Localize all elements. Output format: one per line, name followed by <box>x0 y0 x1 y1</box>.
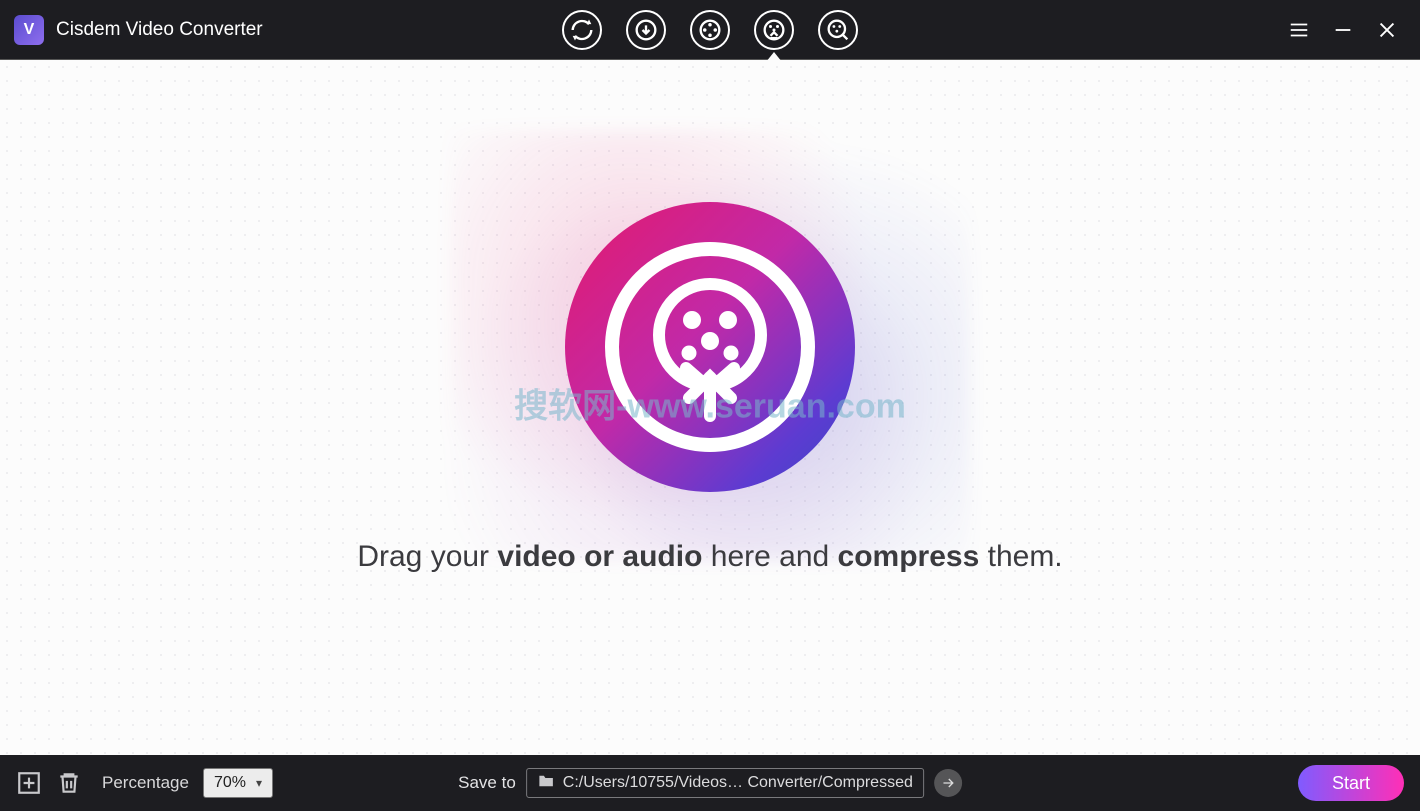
drop-text-mid: here and <box>702 540 837 573</box>
drop-text-prefix: Drag your <box>357 540 497 573</box>
title-bar: V Cisdem Video Converter <box>0 0 1420 60</box>
save-path-field[interactable]: C:/Users/10755/Videos… Converter/Compres… <box>526 768 924 798</box>
convert-mode-button[interactable] <box>562 10 602 50</box>
folder-icon <box>537 772 555 795</box>
close-icon <box>1376 19 1398 41</box>
hamburger-icon <box>1288 19 1310 41</box>
app-title: Cisdem Video Converter <box>56 19 263 41</box>
trash-icon <box>56 770 82 796</box>
arrow-right-icon <box>940 775 956 791</box>
plus-square-icon <box>16 770 42 796</box>
start-button[interactable]: Start <box>1298 765 1404 801</box>
menu-button[interactable] <box>1288 19 1310 41</box>
download-circle-icon <box>632 16 660 44</box>
compress-mode-button[interactable] <box>754 10 794 50</box>
percentage-label: Percentage <box>102 773 189 793</box>
add-file-button[interactable] <box>16 770 42 796</box>
save-path-text: C:/Users/10755/Videos… Converter/Compres… <box>563 774 913 792</box>
chevron-down-icon: ▾ <box>256 776 262 790</box>
close-button[interactable] <box>1376 19 1398 41</box>
percentage-select[interactable]: 70% ▾ <box>203 768 273 798</box>
mode-toolbar <box>562 10 858 50</box>
open-folder-button[interactable] <box>934 769 962 797</box>
rip-mode-button[interactable] <box>690 10 730 50</box>
film-reel-compress-icon <box>760 16 788 44</box>
film-reel-icon <box>696 16 724 44</box>
drop-instruction: Drag your video or audio here and compre… <box>357 540 1062 574</box>
drop-text-suffix: them. <box>979 540 1062 573</box>
download-mode-button[interactable] <box>626 10 666 50</box>
film-reel-compress-large-icon <box>635 272 785 422</box>
start-button-label: Start <box>1332 773 1370 794</box>
minimize-icon <box>1332 19 1354 41</box>
delete-button[interactable] <box>56 770 82 796</box>
app-logo-icon: V <box>14 15 44 45</box>
drop-text-bold2: compress <box>838 540 980 573</box>
enhance-mode-button[interactable] <box>818 10 858 50</box>
refresh-icon <box>568 16 596 44</box>
minimize-button[interactable] <box>1332 19 1354 41</box>
compress-hero-icon <box>565 202 855 492</box>
bottom-bar: Percentage 70% ▾ Save to C:/Users/10755/… <box>0 755 1420 811</box>
save-to-label: Save to <box>458 773 516 793</box>
drop-area[interactable]: 搜软网-www.seruan.com Drag your video or au… <box>0 60 1420 755</box>
percentage-value: 70% <box>214 774 246 792</box>
drop-text-bold1: video or audio <box>497 540 702 573</box>
film-reel-search-icon <box>824 16 852 44</box>
